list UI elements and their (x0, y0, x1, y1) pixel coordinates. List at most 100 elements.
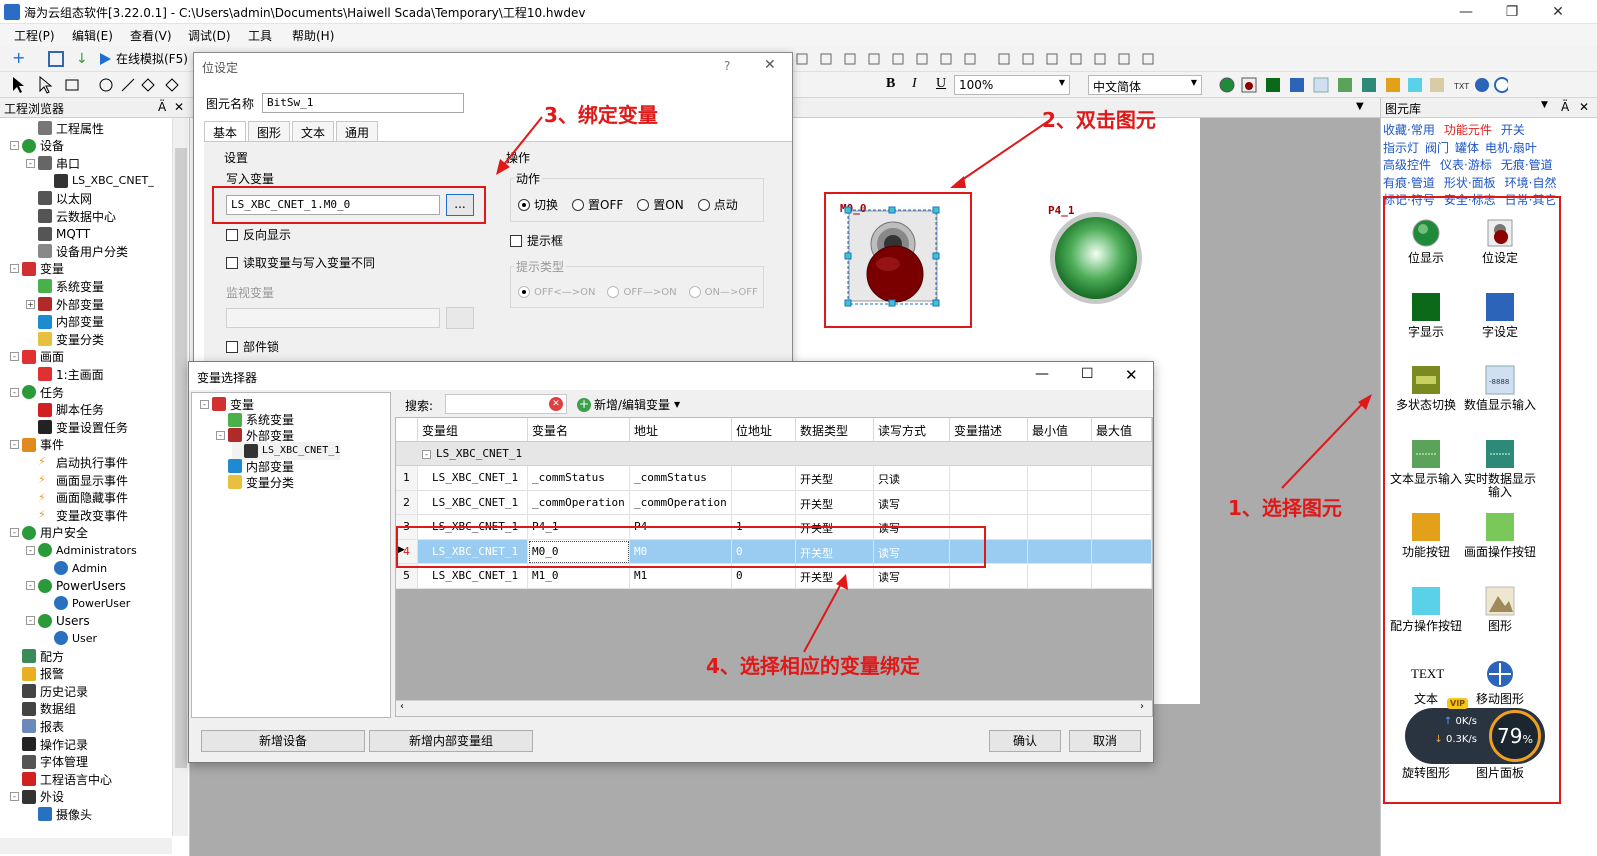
collapse-icon[interactable]: - (26, 158, 35, 168)
component-lock-checkbox[interactable]: 部件锁 (226, 338, 279, 355)
tree-item[interactable]: 报警 (10, 665, 64, 683)
grid-cell[interactable] (1092, 564, 1152, 589)
monitor-variable-input[interactable] (226, 308, 440, 328)
dialog-close-button[interactable]: ✕ (764, 57, 776, 73)
tip-box-checkbox[interactable]: 提示框 (510, 232, 563, 249)
collapse-icon[interactable]: - (10, 264, 19, 274)
grid-cell[interactable] (1028, 539, 1092, 565)
tree-item[interactable]: + 外部变量 (26, 295, 104, 313)
action-toggle-radio[interactable]: 切换 (518, 196, 558, 213)
reverse-display-checkbox[interactable]: 反向显示 (226, 226, 291, 243)
tip-off-on-radio[interactable]: OFF—>ON (607, 286, 677, 298)
category-link[interactable]: 环境·自然 (1505, 174, 1557, 191)
tree-item[interactable]: PowerUser (42, 594, 130, 612)
category-link[interactable]: 高级控件 (1383, 156, 1431, 173)
grid-cell[interactable]: M1_0 (528, 564, 630, 589)
category-link[interactable]: 有痕·管道 (1383, 174, 1435, 191)
tree-item[interactable]: - 设备 (10, 137, 64, 155)
element-name-input[interactable]: BitSw_1 (262, 93, 464, 113)
collapse-icon[interactable]: - (200, 399, 209, 409)
category-link[interactable]: 仪表·游标 (1440, 156, 1492, 173)
pin-icon[interactable]: Ӓ (158, 100, 166, 114)
category-link[interactable]: 功能元件 (1444, 121, 1492, 138)
category-link[interactable]: 开关 (1501, 121, 1525, 138)
tree-item[interactable]: ⚡ 画面隐藏事件 (26, 489, 128, 507)
group-row[interactable]: - LS_XBC_CNET_1 (396, 442, 1152, 466)
align-toolbar-icons[interactable] (795, 51, 1165, 67)
grid-cell[interactable]: LS_XBC_CNET_1 (418, 466, 528, 491)
maximize-button[interactable]: ☐ (1081, 366, 1094, 382)
collapse-icon[interactable]: - (26, 545, 35, 555)
monitor-browse-button[interactable] (446, 307, 474, 329)
tree-item[interactable]: - 串口 (26, 154, 80, 172)
maximize-button[interactable]: ❐ (1489, 0, 1535, 24)
scroll-left-icon[interactable]: ‹ (400, 701, 404, 712)
collapse-icon[interactable]: - (10, 792, 19, 802)
bit-display-element[interactable]: P4_1 (1048, 204, 1144, 306)
category-link[interactable]: 罐体 (1455, 139, 1479, 156)
tree-item[interactable]: 操作记录 (10, 735, 88, 753)
action-on-radio[interactable]: 置ON (637, 196, 684, 213)
tree-item[interactable]: ⚡ 画面显示事件 (26, 471, 128, 489)
tab-text[interactable]: 文本 (292, 121, 335, 141)
simulate-button[interactable]: 在线模拟(F5) (98, 50, 188, 67)
collapse-icon[interactable]: - (10, 352, 19, 362)
expand-icon[interactable]: + (26, 299, 35, 309)
tree-item[interactable]: - 画面 (10, 348, 64, 366)
category-link[interactable]: 收藏·常用 (1383, 121, 1435, 138)
tree-item[interactable]: 数据组 (10, 700, 76, 718)
library-item[interactable]: 位显示 (1389, 218, 1463, 265)
column-header[interactable]: 数据类型 (796, 418, 874, 442)
collapse-icon[interactable]: - (10, 387, 19, 397)
tree-item[interactable]: ⚡ 变量改变事件 (26, 506, 128, 524)
column-header[interactable]: 最小值 (1028, 418, 1092, 442)
close-button[interactable]: ✕ (1535, 0, 1581, 24)
row-index[interactable]: 2 (396, 490, 418, 516)
tree-item[interactable]: 变量设置任务 (26, 418, 128, 436)
tree-item[interactable]: LS_XBC_CNET_ (42, 172, 154, 190)
category-link[interactable]: 指示灯 (1383, 139, 1419, 156)
grid-cell[interactable] (950, 490, 1028, 516)
element-quick-icons[interactable]: TXT (1218, 76, 1508, 94)
library-item[interactable]: 实时数据显示输入 (1463, 439, 1537, 499)
add-icon[interactable]: + (12, 50, 28, 67)
tree-item[interactable]: 脚本任务 (26, 401, 104, 419)
library-item[interactable]: 配方操作按钮 (1389, 586, 1463, 633)
collapse-icon[interactable]: - (216, 430, 225, 440)
grid-cell[interactable]: _commOperation (630, 490, 732, 516)
column-header[interactable]: 地址 (630, 418, 732, 442)
tree-item[interactable]: 以太网 (26, 189, 92, 207)
menu-help[interactable]: 帮助(H) (292, 27, 334, 44)
tree-item[interactable]: 云数据中心 (26, 207, 116, 225)
grid-cell[interactable] (1092, 539, 1152, 565)
tree-item[interactable]: 工程语言中心 (10, 770, 112, 788)
library-item[interactable]: 多状态切换 (1389, 365, 1463, 412)
grid-cell[interactable]: 读写 (874, 490, 950, 516)
library-item[interactable]: 图形 (1463, 586, 1537, 633)
category-link[interactable]: 阀门 (1425, 139, 1449, 156)
tree-item[interactable]: 工程属性 (26, 119, 104, 137)
help-button[interactable]: ? (724, 59, 730, 73)
tab-basic[interactable]: 基本 (204, 121, 247, 141)
draw-tools-icons[interactable] (10, 76, 190, 94)
close-panel-icon[interactable]: ✕ (174, 100, 184, 114)
tree-item[interactable]: 设备用户分类 (26, 242, 128, 260)
column-header[interactable]: 位地址 (732, 418, 796, 442)
grid-cell[interactable]: _commStatus (528, 466, 630, 491)
grid-cell[interactable]: LS_XBC_CNET_1 (418, 490, 528, 516)
italic-button[interactable]: I (912, 76, 917, 92)
grid-cell[interactable]: _commStatus (630, 466, 732, 491)
tip-on-off-radio[interactable]: ON—>OFF (688, 286, 758, 298)
tab-general[interactable]: 通用 (336, 121, 379, 141)
collapse-icon[interactable]: - (10, 440, 19, 450)
grid-cell[interactable]: 只读 (874, 466, 950, 491)
tree-item[interactable]: - 外设 (10, 788, 64, 806)
scroll-right-icon[interactable]: › (1140, 701, 1144, 712)
collapse-icon[interactable]: - (26, 616, 35, 626)
tree-horizontal-scrollbar[interactable] (0, 838, 172, 854)
library-item[interactable]: 移动图形 (1463, 659, 1537, 706)
library-item[interactable]: -8888 数值显示输入 (1463, 365, 1537, 412)
minimize-button[interactable]: — (1035, 366, 1049, 382)
add-device-button[interactable]: 新增设备 (201, 730, 365, 752)
tab-dropdown-icon[interactable]: ▼ (1356, 101, 1364, 112)
